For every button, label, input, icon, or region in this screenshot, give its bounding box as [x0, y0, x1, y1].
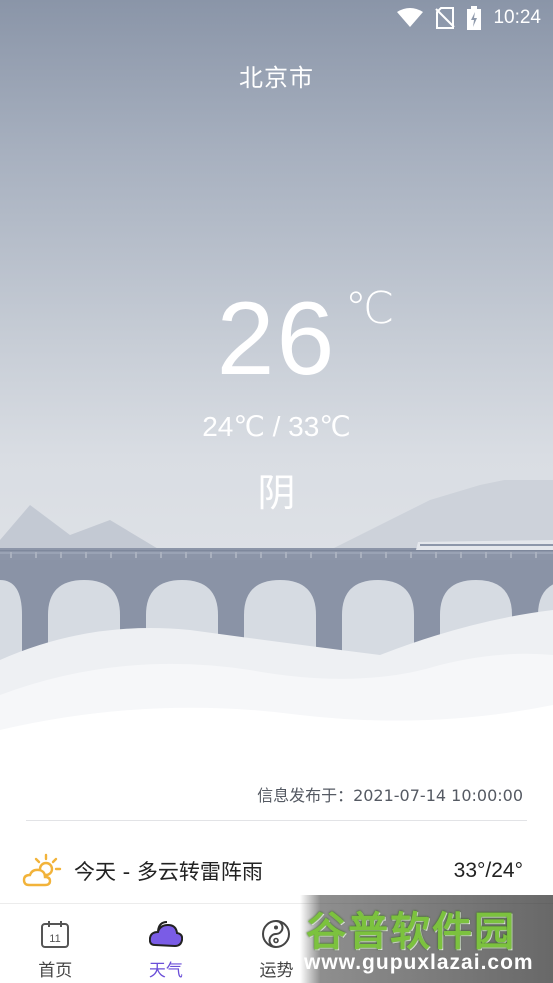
tab-home-label: 首页 — [38, 961, 73, 981]
temperature-range: 24℃ / 33℃ — [202, 411, 351, 442]
status-time: 10:24 — [493, 7, 541, 28]
weather-condition: 阴 — [257, 471, 296, 515]
yin-yang-icon — [258, 916, 294, 952]
forecast-temps: 33°/24° — [453, 859, 523, 882]
battery-charging-icon — [467, 6, 482, 30]
divider — [26, 820, 527, 821]
temperature-value: 26 ℃ — [216, 281, 395, 397]
status-bar: 10:24 — [0, 0, 553, 36]
calendar-icon: 11 — [37, 916, 73, 952]
watermark-url: www.gupuxlazai.com — [304, 951, 534, 974]
forecast-text: 今天 - 多云转雷阵雨 — [74, 860, 263, 884]
no-sim-icon — [435, 7, 456, 29]
tab-fortune-label: 运势 — [259, 961, 294, 981]
tab-weather[interactable]: 天气 — [111, 904, 222, 983]
watermark: 谷普软件园 www.gupuxlazai.com — [300, 895, 553, 983]
temperature-number: 26 — [216, 281, 337, 397]
forecast-today-row[interactable]: 今天 - 多云转雷阵雨 33°/24° — [0, 840, 553, 902]
tab-weather-label: 天气 — [148, 961, 183, 981]
current-temperature: 26 ℃ — [0, 281, 553, 397]
city-name[interactable]: 北京市 — [0, 58, 553, 93]
partly-cloudy-sun-icon — [22, 851, 62, 891]
bridge-landscape-illustration — [0, 480, 553, 780]
publish-time: 信息发布于：2021-07-14 10:00:00 — [257, 786, 523, 805]
temperature-unit: ℃ — [344, 283, 397, 334]
wifi-icon — [397, 8, 424, 28]
weather-screen: 10:24 北京市 26 ℃ 24℃ / 33℃ 阴 信息发布于：2021-07… — [0, 0, 553, 983]
svg-text:11: 11 — [50, 933, 61, 945]
tab-home[interactable]: 11 首页 — [0, 904, 111, 983]
weather-cloud-icon — [148, 916, 184, 952]
watermark-title: 谷普软件园 — [306, 909, 516, 955]
